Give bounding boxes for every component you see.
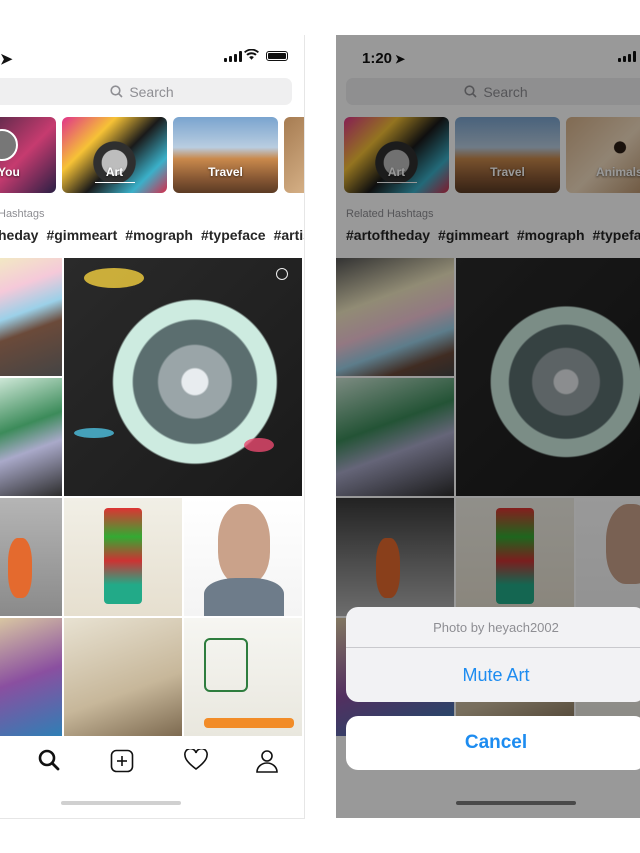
home-indicator <box>456 801 576 805</box>
cellular-signal-icon <box>224 51 242 62</box>
search-icon[interactable] <box>38 749 60 771</box>
cancel-button[interactable]: Cancel <box>346 716 640 770</box>
related-hashtags-label: Hashtags <box>0 208 45 220</box>
category-label: Travel <box>208 165 243 179</box>
grid-photo[interactable] <box>0 258 62 376</box>
hashtag[interactable]: #mograph <box>125 227 193 243</box>
mute-button[interactable]: Mute Art <box>346 648 640 702</box>
grid-photo[interactable] <box>64 618 182 736</box>
hashtag[interactable]: heday <box>0 227 38 243</box>
category-label: Art <box>105 165 124 179</box>
grid-photo[interactable] <box>64 498 182 616</box>
category-label: You <box>0 165 20 179</box>
category-art[interactable]: Art <box>62 117 167 193</box>
profile-icon[interactable] <box>256 749 278 773</box>
avatar <box>0 129 18 161</box>
category-travel[interactable]: Travel <box>173 117 278 193</box>
category-you[interactable]: You <box>0 117 56 193</box>
search-icon <box>110 85 123 98</box>
photo-grid <box>0 258 304 738</box>
grid-photo[interactable] <box>0 498 62 616</box>
action-sheet-title: Photo by heyach2002 <box>346 607 640 648</box>
multiple-photos-icon <box>276 268 288 280</box>
hashtag[interactable]: #typeface <box>201 227 266 243</box>
hashtag[interactable]: #gimmeart <box>46 227 117 243</box>
grid-photo-featured[interactable] <box>64 258 302 496</box>
explore-screen-action-sheet: 1:20 ➤ Search Art Travel Animals Related … <box>336 35 640 818</box>
category-animals[interactable] <box>284 117 304 193</box>
selected-underline <box>94 181 135 183</box>
add-post-icon[interactable] <box>110 749 134 773</box>
hashtag-row: heday #gimmeart #mograph #typeface #arti… <box>0 227 304 243</box>
search-bar[interactable]: Search <box>0 78 292 105</box>
status-bar: ➤ <box>0 35 304 79</box>
battery-icon <box>266 51 288 61</box>
grid-photo[interactable] <box>0 618 62 736</box>
home-indicator <box>61 801 181 805</box>
action-sheet: Photo by heyach2002 Mute Art <box>346 607 640 702</box>
search-placeholder: Search <box>129 83 174 100</box>
location-arrow-icon: ➤ <box>0 51 13 68</box>
heart-icon[interactable] <box>184 749 208 771</box>
tab-bar <box>0 737 304 787</box>
hashtag[interactable]: #artis <box>274 227 304 243</box>
grid-photo[interactable] <box>0 378 62 496</box>
grid-photo[interactable] <box>184 498 302 616</box>
grid-photo[interactable] <box>184 618 302 736</box>
explore-screen: ➤ Search You Art Travel Hashtags heday #… <box>0 35 305 819</box>
wifi-icon <box>244 49 259 60</box>
